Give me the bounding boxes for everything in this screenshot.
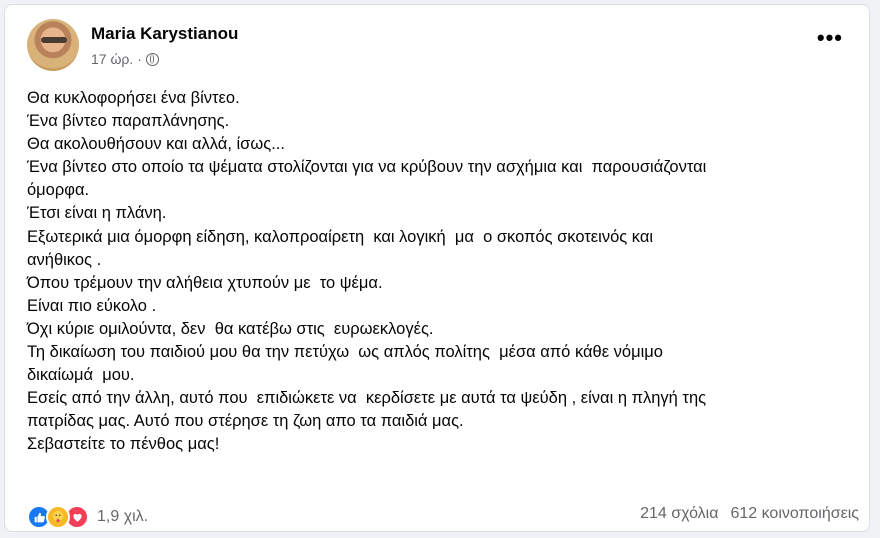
post-text-line: Ένα βίντεο στο οποίο τα ψέματα στολίζοντ… [27, 158, 707, 177]
post-time[interactable]: 17 ώρ. [91, 51, 133, 67]
globe-icon[interactable] [145, 52, 159, 66]
post-text-line: ανήθικος . [27, 250, 102, 269]
more-options-button[interactable]: ••• [817, 27, 843, 49]
reactions-summary[interactable]: 1,9 χιλ. [27, 505, 148, 529]
post-text-line: Σεβαστείτε το πένθος μας! [27, 435, 220, 454]
post-footer: 1,9 χιλ. 214 σχόλια 612 κοινοποιήσεις [27, 505, 859, 529]
reaction-count[interactable]: 1,9 χιλ. [97, 508, 148, 526]
post-text-line: Θα ακολουθήσουν και αλλά, ίσως... [27, 135, 285, 154]
post-text-line: Τη δικαίωση του παιδιού μου θα την πετύχ… [27, 343, 663, 362]
avatar-sunglasses [41, 37, 67, 43]
post-meta: 17 ώρ. · [91, 51, 159, 67]
author-name[interactable]: Maria Karystianou [91, 24, 238, 44]
post-stats: 214 σχόλια 612 κοινοποιήσεις [640, 505, 859, 523]
post-text-line: Όπου τρέμουν την αλήθεια χτυπούν με το ψ… [27, 273, 383, 292]
post-text-line: Ένα βίντεο παραπλάνησης. [27, 112, 230, 131]
post-card: Maria Karystianou 17 ώρ. · ••• Θα κυκλοφ… [4, 4, 870, 532]
shares-count[interactable]: 612 κοινοποιήσεις [730, 505, 859, 523]
post-text-line: Έτσι είναι η πλάνη. [27, 204, 167, 223]
author-avatar[interactable] [27, 19, 79, 71]
post-text: Θα κυκλοφορήσει ένα βίντεο. Ένα βίντεο πα… [27, 87, 863, 457]
meta-separator: · [137, 51, 142, 67]
post-text-line: δικαίωμά μου. [27, 366, 135, 385]
post-text-line: Εξωτερικά μια όμορφη είδηση, καλοπροαίρε… [27, 227, 654, 246]
post-text-line: όμορφα. [27, 181, 90, 200]
post-text-line: Είναι πιο εύκολο . [27, 296, 157, 315]
post-text-line: Θα κυκλοφορήσει ένα βίντεο. [27, 89, 240, 107]
care-icon [46, 505, 70, 529]
post-text-line: πατρίδας μας. Αυτό που στέρησε τη ζωη απ… [27, 412, 464, 431]
post-text-line: Εσείς από την άλλη, αυτό που επιδιώκετε … [27, 389, 707, 408]
comments-count[interactable]: 214 σχόλια [640, 505, 718, 523]
post-text-line: Όχι κύριε ομιλούντα, δεν θα κατέβω στις … [27, 319, 434, 338]
